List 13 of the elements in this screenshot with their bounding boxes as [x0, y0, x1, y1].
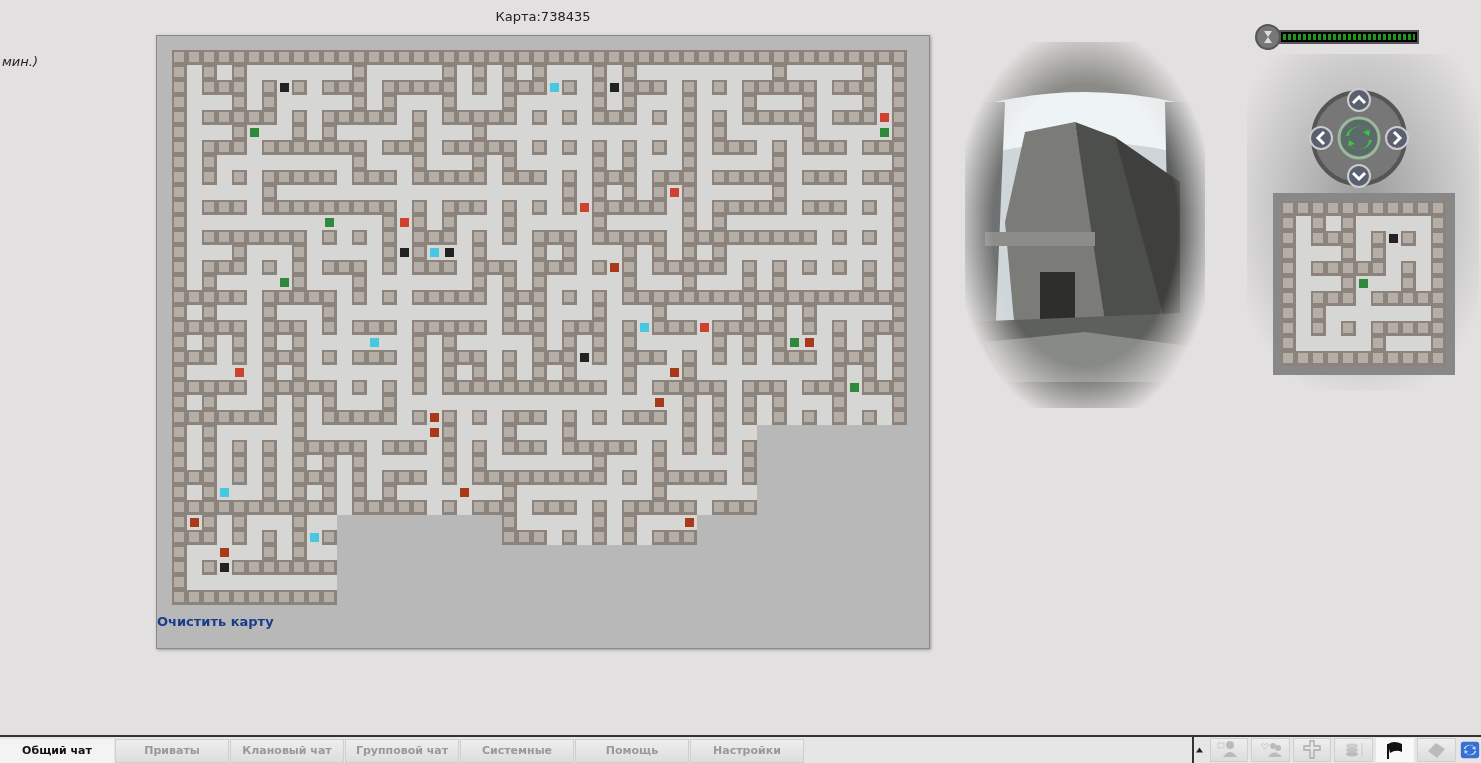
- clear-map-link[interactable]: Очистить карту: [157, 612, 274, 632]
- chat-tab[interactable]: Клановый чат: [230, 739, 344, 763]
- chat-tab[interactable]: Системные: [460, 739, 574, 763]
- chat-tab[interactable]: Настройки: [690, 739, 804, 763]
- chat-tab[interactable]: Приваты: [115, 739, 229, 763]
- chat-tab[interactable]: Групповой чат: [345, 739, 459, 763]
- flag-button[interactable]: [1375, 738, 1415, 762]
- chat-tab[interactable]: Помощь: [575, 739, 689, 763]
- side-note: мин.): [2, 53, 38, 71]
- scroll-up-icon[interactable]: [1196, 747, 1203, 753]
- refresh-icon: [1458, 739, 1481, 761]
- chat-tab[interactable]: Общий чат: [0, 739, 114, 763]
- map-title: Карта:738435: [495, 9, 591, 24]
